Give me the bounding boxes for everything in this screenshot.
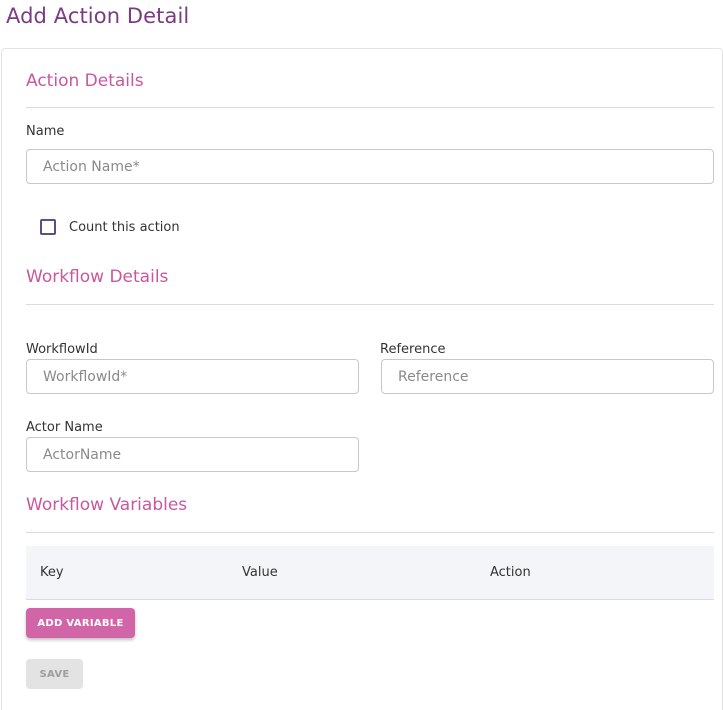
- count-action-checkbox[interactable]: [40, 219, 56, 235]
- actor-name-label: Actor Name: [26, 420, 103, 435]
- workflow-details-divider: [26, 304, 714, 305]
- variables-table-header: Key Value Action: [26, 546, 714, 600]
- column-header-key: Key: [40, 565, 64, 580]
- action-details-divider: [26, 107, 714, 108]
- save-button[interactable]: SAVE: [26, 659, 83, 689]
- workflow-variables-heading: Workflow Variables: [26, 495, 188, 515]
- workflow-id-input[interactable]: [26, 359, 359, 394]
- workflow-id-label: WorkflowId: [26, 342, 98, 357]
- add-variable-button[interactable]: ADD VARIABLE: [26, 608, 135, 638]
- column-header-value: Value: [242, 565, 278, 580]
- reference-label: Reference: [380, 342, 446, 357]
- page-title: Add Action Detail: [6, 4, 190, 28]
- action-detail-form: Action Details Name Count this action Wo…: [1, 48, 723, 710]
- reference-input[interactable]: [381, 359, 714, 394]
- workflow-variables-divider: [26, 532, 714, 533]
- column-header-action: Action: [490, 565, 531, 580]
- action-name-input[interactable]: [26, 149, 714, 184]
- actor-name-input[interactable]: [26, 437, 359, 472]
- action-details-heading: Action Details: [26, 71, 144, 91]
- workflow-details-heading: Workflow Details: [26, 267, 169, 287]
- count-action-label: Count this action: [69, 219, 180, 235]
- count-action-checkbox-row[interactable]: Count this action: [40, 219, 180, 235]
- name-label: Name: [26, 124, 65, 139]
